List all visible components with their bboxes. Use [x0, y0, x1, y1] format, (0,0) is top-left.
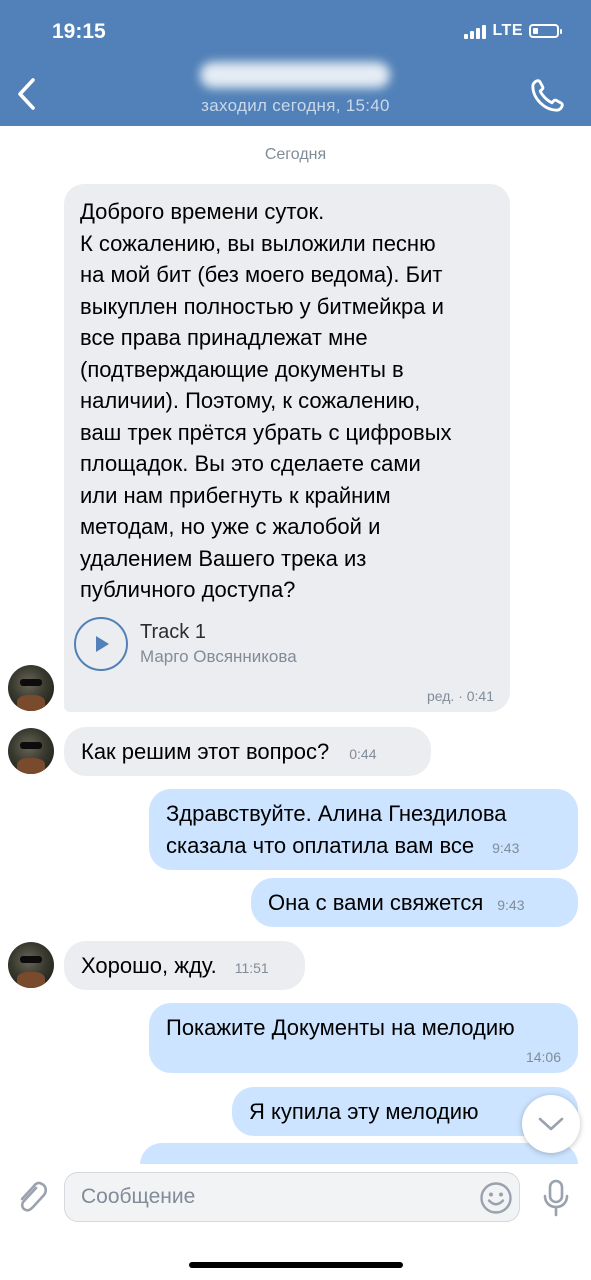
attach-button[interactable]	[14, 1178, 50, 1218]
message-line: (подтверждающие документы в	[80, 356, 404, 382]
message-text: Как решим этот вопрос?	[81, 739, 330, 764]
status-time: 19:15	[52, 20, 106, 43]
message-line: на мой бит (без моего ведома). Бит	[80, 262, 443, 287]
call-button[interactable]	[527, 76, 567, 116]
avatar[interactable]	[8, 942, 54, 988]
date-separator: Сегодня	[264, 146, 327, 163]
message-time: ред. · 0:41	[426, 688, 494, 704]
emoji-button[interactable]	[479, 1181, 513, 1215]
microphone-button[interactable]	[540, 1178, 572, 1218]
microphone-icon	[543, 1179, 569, 1217]
avatar[interactable]	[8, 665, 54, 711]
message-line: все права принадлежат мне	[80, 325, 368, 350]
message-line: публичного доступа?	[80, 577, 296, 602]
message-text: Покажите Документы на мелодию	[166, 1015, 515, 1040]
battery-icon	[529, 24, 562, 38]
network-type: LTE	[492, 22, 523, 39]
message-text: Я купила эту мелодию	[249, 1099, 479, 1124]
chat-header: 19:15 LTE заходил сегодня, 15:40	[0, 0, 591, 126]
message-input[interactable]	[64, 1172, 520, 1222]
message-text: Она с вами свяжется	[268, 890, 484, 915]
message-line: или нам прибегнуть к крайним	[80, 482, 391, 508]
message-line: выкуплен полностью у битмейкра и	[80, 293, 444, 319]
outgoing-message[interactable]: Покажите Документы на мелодию 14:06	[149, 1003, 578, 1073]
incoming-message[interactable]: Как решим этот вопрос? 0:44	[64, 727, 431, 776]
play-icon	[96, 636, 109, 652]
outgoing-message[interactable]: Она с вами свяжется 9:43	[251, 878, 578, 927]
message-line: К сожалению, вы выложили песню	[80, 230, 436, 256]
message-line: наличии). Поэтому, к сожалению,	[80, 388, 421, 413]
last-seen-status: заходил сегодня, 15:40	[201, 96, 390, 115]
audio-attachment[interactable]: Track 1 Марго Овсянникова	[74, 617, 297, 671]
status-indicators: LTE	[464, 22, 562, 40]
avatar[interactable]	[8, 728, 54, 774]
message-time: 9:43	[492, 839, 520, 856]
smile-icon	[480, 1182, 512, 1214]
signal-icon	[464, 23, 487, 39]
track-title: Track 1	[140, 621, 206, 643]
message-line: удалением Вашего трека из	[80, 545, 367, 571]
chevron-down-icon	[538, 1117, 564, 1131]
play-button[interactable]	[74, 617, 128, 671]
message-time: 14:06	[525, 1049, 561, 1065]
home-indicator[interactable]	[189, 1262, 403, 1268]
paperclip-icon	[20, 1181, 48, 1212]
message-time: 11:51	[234, 960, 269, 976]
incoming-message[interactable]: Доброго времени суток. К сожалению, вы в…	[64, 184, 510, 712]
scroll-down-button[interactable]	[522, 1095, 580, 1153]
message-time: 0:44	[349, 746, 377, 762]
message-line: площадок. Вы это сделаете сами	[80, 451, 421, 476]
message-line: ваш трек прётся убрать с цифровых	[80, 419, 452, 445]
track-artist: Марго Овсянникова	[140, 647, 297, 666]
outgoing-message[interactable]: Здравствуйте. Алина Гнездилова сказала ч…	[149, 789, 578, 870]
message-line: сказала что оплатила вам все	[166, 832, 475, 858]
phone-icon	[531, 79, 564, 112]
message-line: Здравствуйте. Алина Гнездилова	[166, 801, 507, 826]
incoming-message[interactable]: Хорошо, жду. 11:51	[64, 941, 305, 990]
message-line: Доброго времени суток.	[80, 199, 325, 224]
message-text: Хорошо, жду.	[81, 953, 217, 978]
message-line: методам, но уже с жалобой и	[80, 514, 381, 539]
message-time: 9:43	[497, 897, 525, 913]
contact-name-redacted[interactable]	[200, 62, 390, 88]
track-info: Track 1 Марго Овсянникова	[140, 619, 297, 669]
